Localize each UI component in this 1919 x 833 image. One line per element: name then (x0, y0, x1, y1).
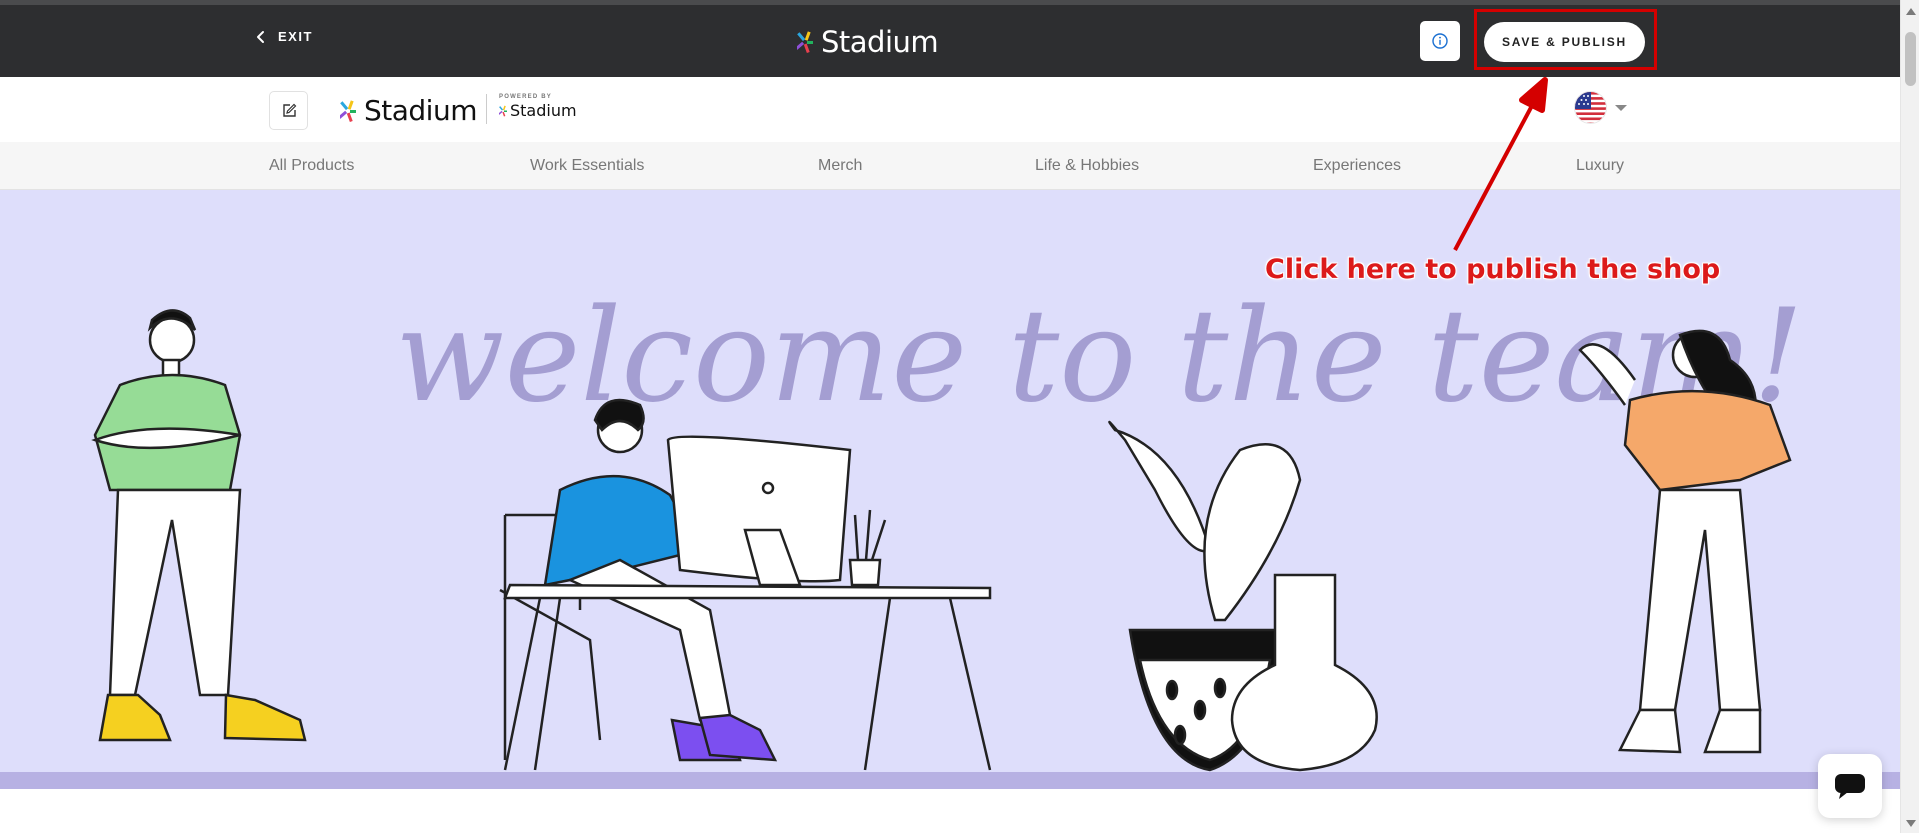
page: EXIT Stadium SAVE & PUBLISH Stadium POWE… (0, 0, 1919, 833)
scroll-up-icon[interactable] (1906, 8, 1916, 15)
annotation-arrow (1453, 77, 1548, 251)
scroll-down-icon[interactable] (1906, 820, 1916, 827)
chat-widget-button[interactable] (1818, 754, 1882, 818)
chat-bubble-icon (1835, 774, 1865, 799)
scroll-thumb[interactable] (1905, 32, 1916, 86)
annotation-label: Click here to publish the shop (1265, 254, 1721, 285)
page-scrollbar[interactable] (1900, 0, 1919, 833)
